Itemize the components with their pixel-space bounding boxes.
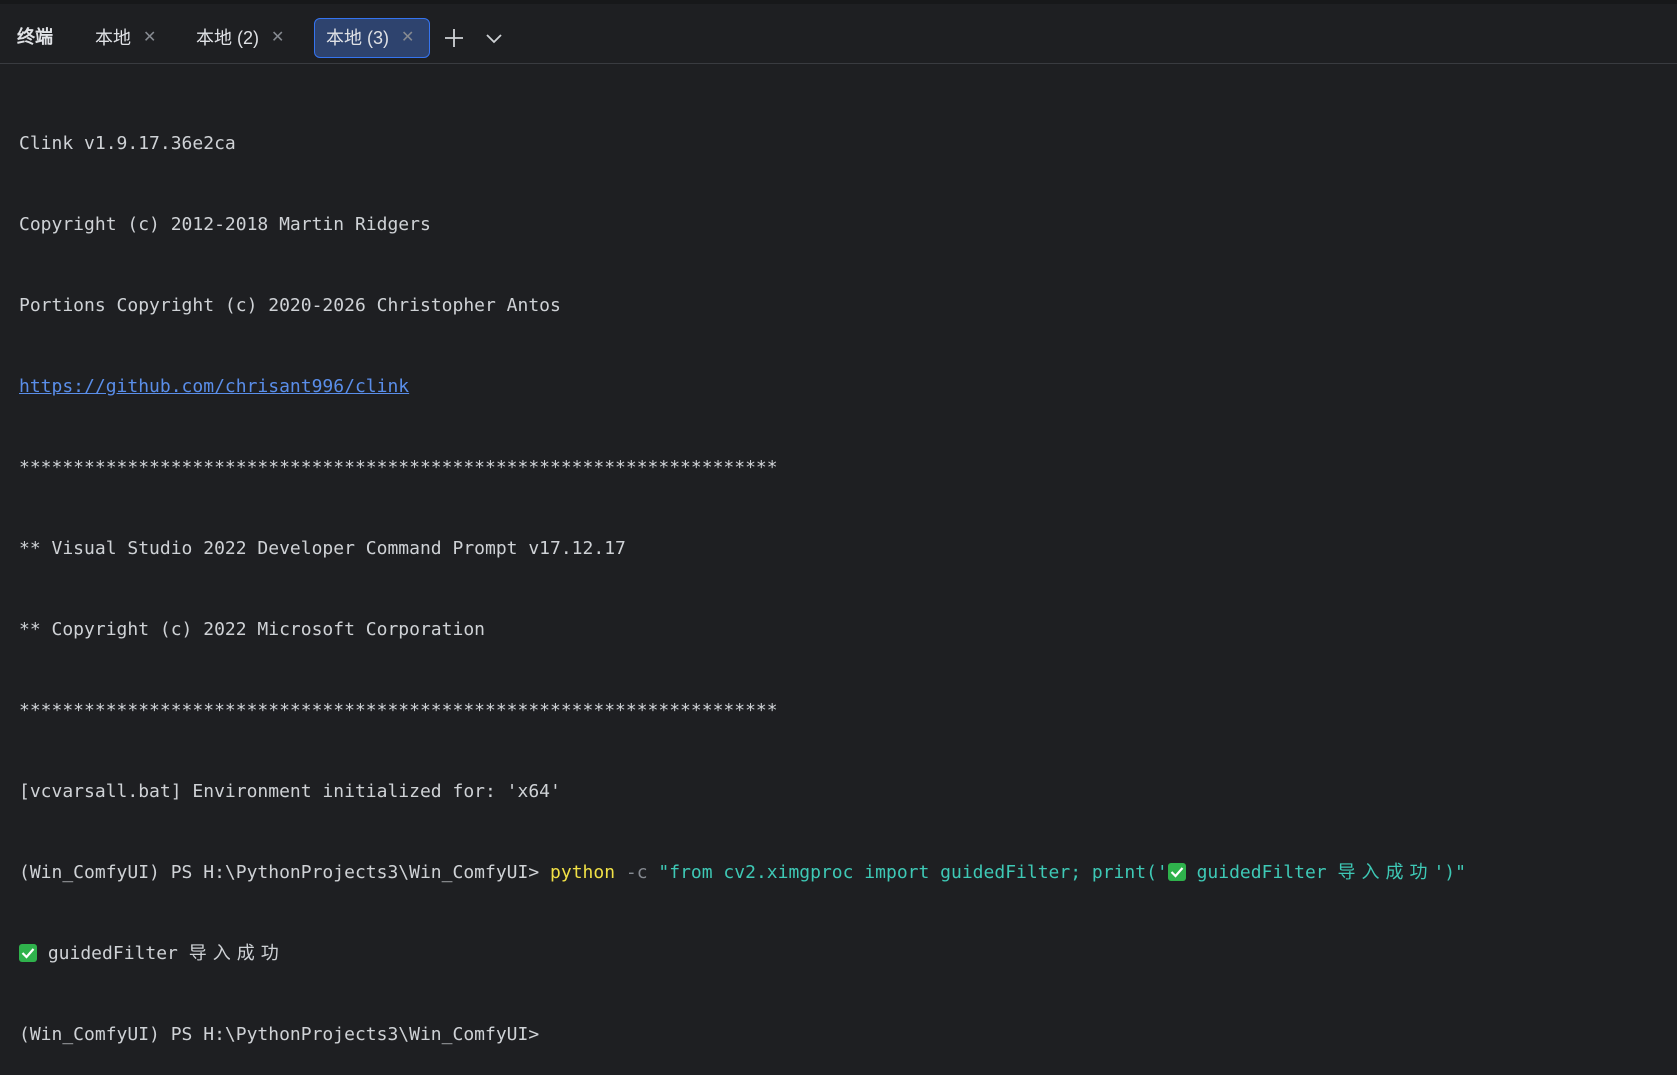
output-text-cjk: 导入成功 [188,943,285,964]
terminal-line: [vcvarsall.bat] Environment initialized … [19,781,561,802]
terminal-output[interactable]: Clink v1.9.17.36e2ca Copyright (c) 2012-… [19,76,1466,1075]
tab-label: 本地 (2) [196,28,259,48]
command-arg-cjk: 导入成功 [1337,862,1434,883]
command-arg: "from cv2.ximgproc import guidedFilter; … [658,862,1168,883]
terminal-line: Copyright (c) 2012-2018 Martin Ridgers [19,214,431,235]
terminal-line: Portions Copyright (c) 2020-2026 Christo… [19,295,561,316]
tab-local-1[interactable]: 本地 ✕ [83,18,168,58]
command-arg-end: ')" [1433,862,1466,883]
check-mark-icon [19,944,37,962]
tab-label: 本地 [95,28,131,48]
separator-line: ****************************************… [19,457,778,478]
command-exe: python [550,862,616,883]
clink-link[interactable]: https://github.com/chrisant996/clink [19,376,409,397]
separator-line: ****************************************… [19,700,778,721]
plus-icon [445,29,463,47]
panel-title: 终端 [17,27,53,47]
tab-label: 本地 (3) [326,28,389,48]
terminal-line: Clink v1.9.17.36e2ca [19,133,236,154]
output-text: guidedFilter [37,943,189,964]
check-mark-icon [1167,863,1186,881]
command-flag: -c [615,862,659,883]
current-prompt[interactable]: (Win_ComfyUI) PS H:\PythonProjects3\Win_… [19,1021,1466,1048]
prompt: (Win_ComfyUI) PS H:\PythonProjects3\Win_… [19,862,551,883]
terminal-line: ** Copyright (c) 2022 Microsoft Corporat… [19,619,485,640]
command-line: (Win_ComfyUI) PS H:\PythonProjects3\Win_… [19,859,1466,886]
close-icon[interactable]: ✕ [143,28,156,48]
close-icon[interactable]: ✕ [271,28,284,48]
terminal-line: ** Visual Studio 2022 Developer Command … [19,538,626,559]
tab-list-dropdown-button[interactable] [480,24,508,52]
new-tab-button[interactable] [440,24,468,52]
command-arg: guidedFilter [1185,862,1338,883]
output-line: guidedFilter 导入成功 [19,940,1466,967]
tab-local-3-active[interactable]: 本地 (3) ✕ [314,18,430,58]
close-icon[interactable]: ✕ [401,28,414,48]
chevron-down-icon [486,34,502,44]
tab-local-2[interactable]: 本地 (2) ✕ [186,18,296,58]
terminal-tab-bar: 终端 本地 ✕ 本地 (2) ✕ 本地 (3) ✕ [0,4,1677,64]
